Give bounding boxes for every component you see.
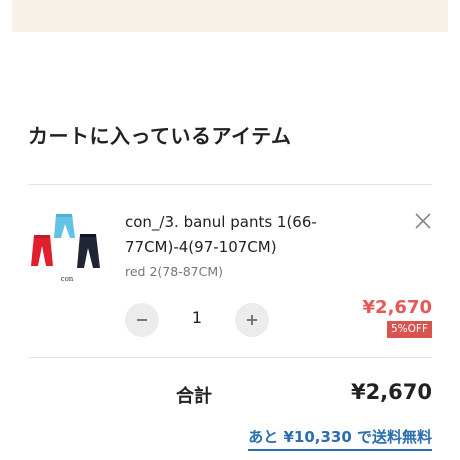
minus-icon xyxy=(137,319,147,321)
cart-section-title: カートに入っているアイテム xyxy=(28,124,292,148)
remove-item-button[interactable] xyxy=(412,210,434,232)
divider xyxy=(28,184,432,185)
quantity-value: 1 xyxy=(191,308,203,327)
thumbnail-logo-text: con xyxy=(61,275,74,283)
item-price: ¥2,670 xyxy=(362,297,432,318)
plus-icon xyxy=(247,315,257,325)
top-banner xyxy=(12,0,448,32)
free-shipping-link[interactable]: あと ¥10,330 で送料無料 xyxy=(248,426,432,451)
product-thumbnail[interactable]: con xyxy=(28,208,110,290)
divider xyxy=(28,357,432,358)
product-variant: red 2(78-87CM) xyxy=(125,264,224,279)
decrease-quantity-button[interactable] xyxy=(125,303,159,337)
product-name[interactable]: con_/3. banul pants 1(66-77CM)-4(97-107C… xyxy=(125,210,355,260)
discount-badge: 5%OFF xyxy=(386,321,432,338)
increase-quantity-button[interactable] xyxy=(235,303,269,337)
total-value: ¥2,670 xyxy=(350,380,432,404)
close-icon xyxy=(415,213,431,229)
total-label: 合計 xyxy=(176,386,212,407)
